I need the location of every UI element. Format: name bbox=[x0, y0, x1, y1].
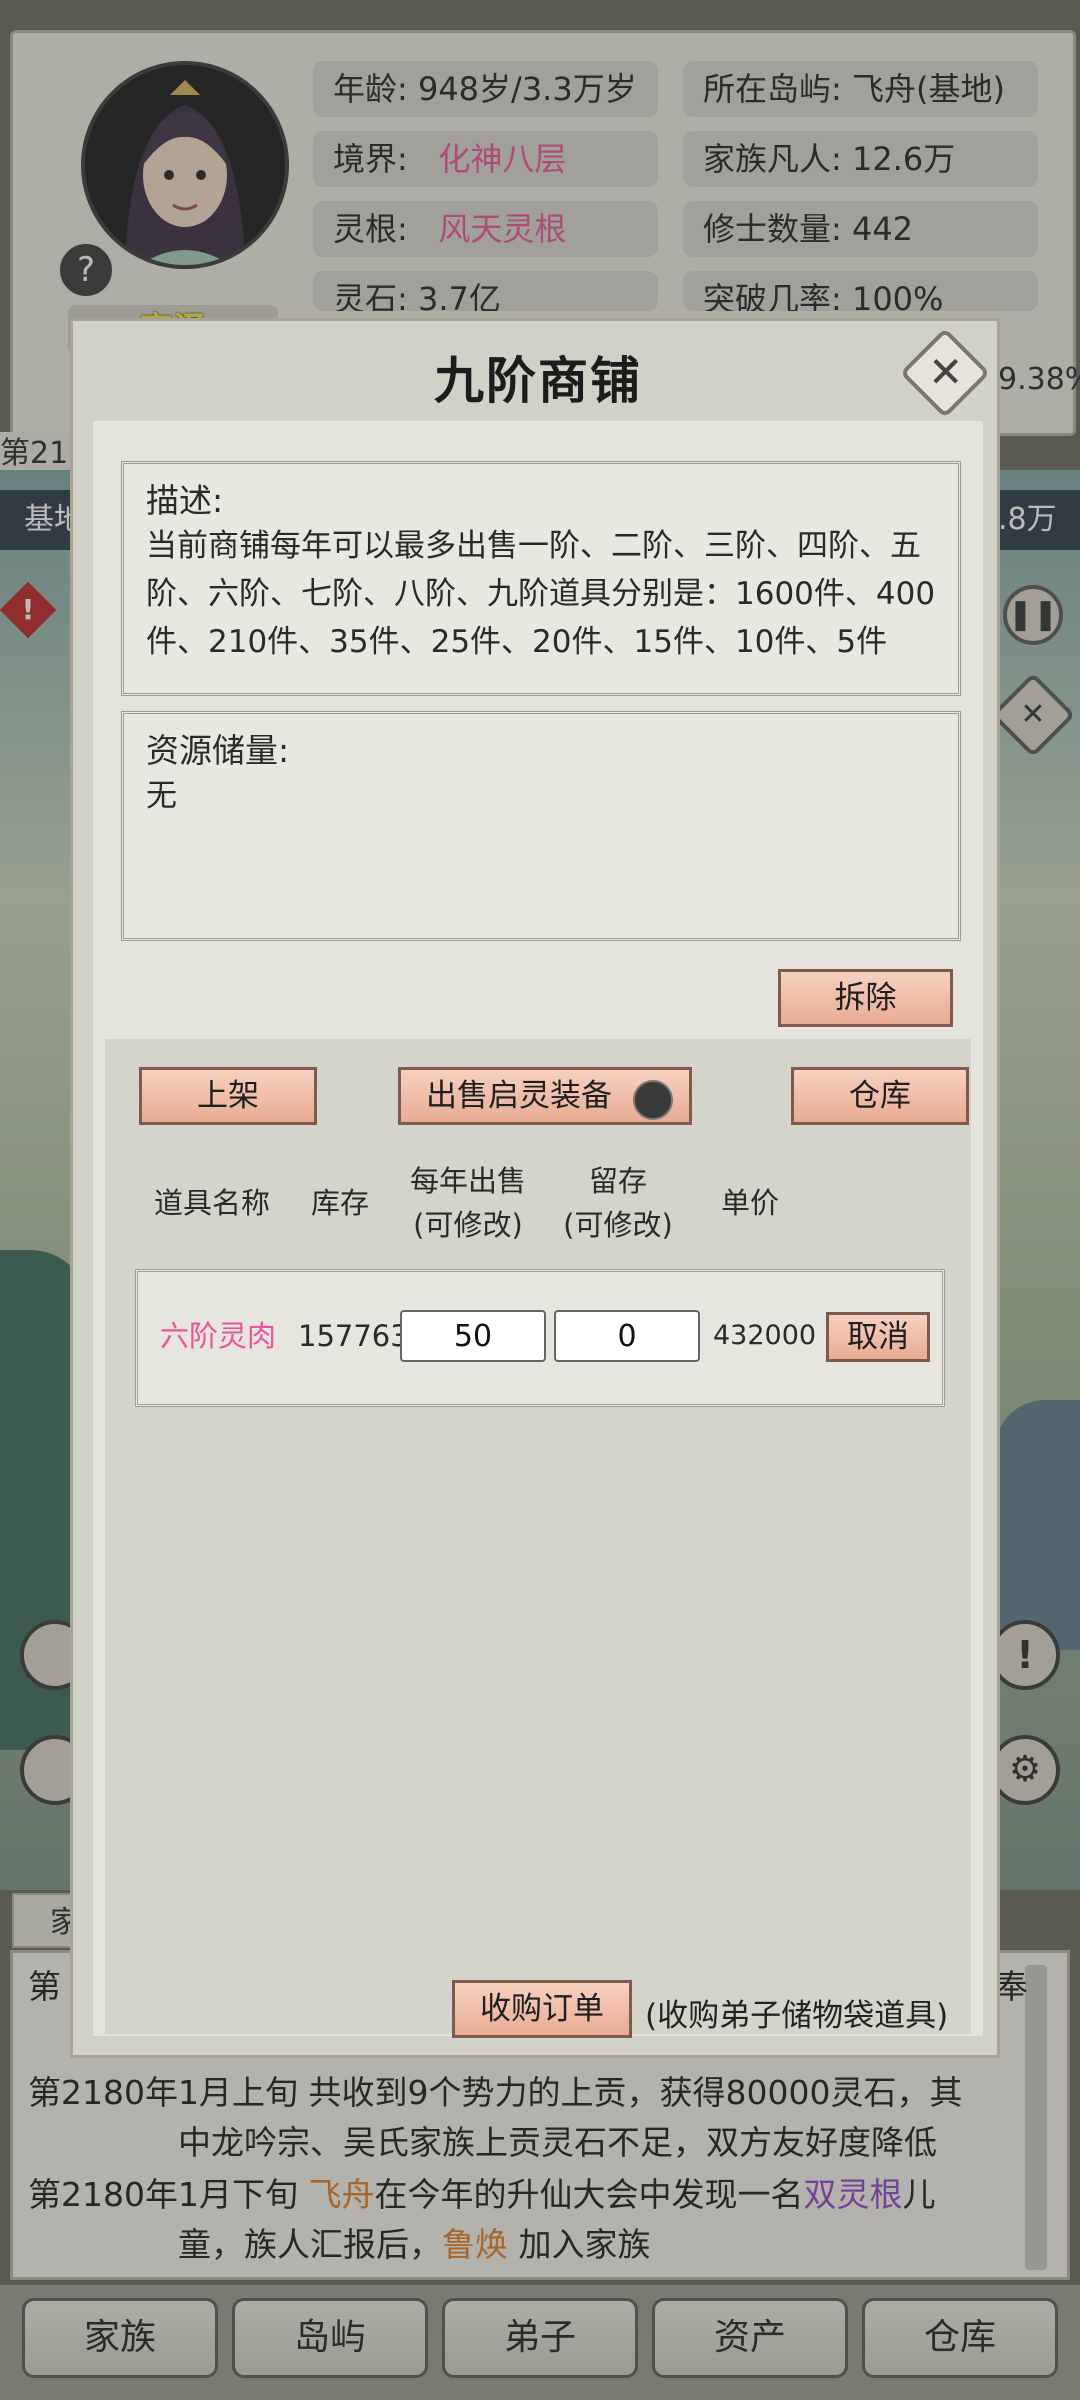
reserve-input[interactable] bbox=[554, 1310, 700, 1362]
purchase-order-button[interactable]: 收购订单 bbox=[452, 1980, 632, 2038]
resource-text: 无 bbox=[146, 778, 177, 814]
list-item-button[interactable]: 上架 bbox=[139, 1067, 317, 1125]
item-stock: 157763 bbox=[298, 1319, 409, 1353]
sell-equipment-label: 出售启灵装备 bbox=[426, 1078, 612, 1114]
header-stock: 库存 bbox=[310, 1186, 369, 1220]
header-yearly-sale: 每年出售 (可修改) bbox=[409, 1164, 526, 1242]
modal-title: 九阶商铺 bbox=[434, 352, 642, 410]
description-title: 描述: bbox=[146, 481, 224, 520]
cancel-listing-button[interactable]: 取消 bbox=[826, 1312, 930, 1362]
item-price: 432000 bbox=[713, 1320, 817, 1351]
header-item-name: 道具名称 bbox=[153, 1186, 270, 1220]
description-box: 描述: 当前商铺每年可以最多出售一阶、二阶、三阶、四阶、五阶、六阶、七阶、八阶、… bbox=[121, 461, 961, 696]
header-price: 单价 bbox=[720, 1186, 779, 1220]
description-text: 当前商铺每年可以最多出售一阶、二阶、三阶、四阶、五阶、六阶、七阶、八阶、九阶道具… bbox=[146, 528, 936, 660]
warehouse-button[interactable]: 仓库 bbox=[791, 1067, 969, 1125]
shop-listing-area: 上架 出售启灵装备 仓库 道具名称 库存 每年出售 (可修改) 留存 (可修改)… bbox=[105, 1039, 971, 2034]
table-row: 六阶灵肉 157763 432000 取消 bbox=[135, 1269, 945, 1407]
resource-box: 资源储量: 无 bbox=[121, 711, 961, 941]
toggle-indicator-icon[interactable] bbox=[633, 1080, 673, 1120]
item-name: 六阶灵肉 bbox=[160, 1319, 277, 1353]
purchase-order-note: (收购弟子储物袋道具) bbox=[645, 1998, 949, 2034]
header-reserve: 留存 (可修改) bbox=[563, 1164, 673, 1242]
demolish-button[interactable]: 拆除 bbox=[778, 969, 953, 1027]
resource-title: 资源储量: bbox=[146, 731, 290, 770]
sell-equipment-toggle[interactable]: 出售启灵装备 bbox=[398, 1067, 692, 1125]
modal-content: 描述: 当前商铺每年可以最多出售一阶、二阶、三阶、四阶、五阶、六阶、七阶、八阶、… bbox=[93, 421, 983, 2036]
yearly-sale-input[interactable] bbox=[400, 1310, 546, 1362]
shop-modal: 九阶商铺 ✕ 描述: 当前商铺每年可以最多出售一阶、二阶、三阶、四阶、五阶、六阶… bbox=[70, 318, 1000, 2058]
